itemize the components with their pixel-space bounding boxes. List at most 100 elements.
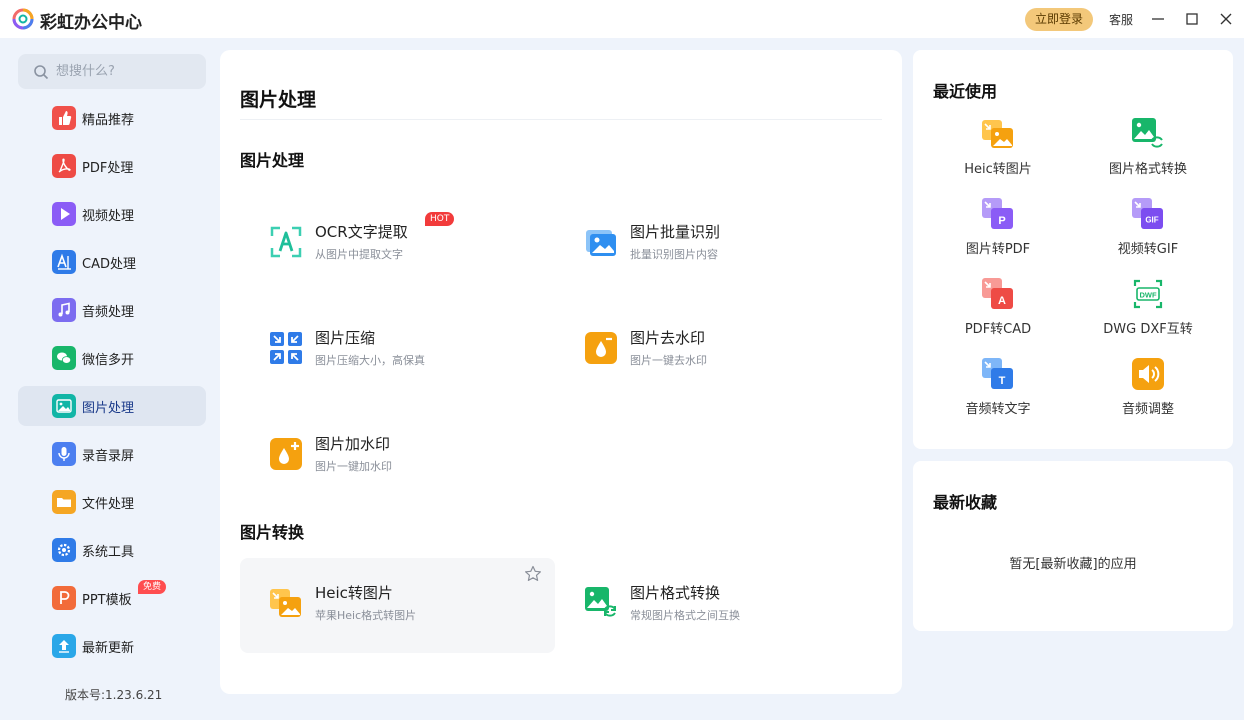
tool-ocr[interactable]: OCR文字提取 HOT 从图片中提取文字 <box>240 197 555 292</box>
recent-item-video-to-gif[interactable]: GIF 视频转GIF <box>1078 198 1218 278</box>
search-icon <box>34 65 49 80</box>
recent-label: 音频转文字 <box>965 402 1031 417</box>
image-batch-icon <box>585 226 617 258</box>
sidebar-item-label: PDF处理 <box>82 161 134 176</box>
recent-item-audio-to-text[interactable]: T 音频转文字 <box>928 358 1068 438</box>
sidebar-item[interactable]: PDF处理 <box>18 146 206 186</box>
recent-item-image-format-convert[interactable]: 图片格式转换 <box>1078 118 1218 198</box>
title-bar: 彩虹办公中心 立即登录 客服 <box>0 0 1244 38</box>
gear-icon <box>52 538 76 562</box>
tool-remove-watermark[interactable]: 图片去水印 图片一键去水印 <box>555 303 870 398</box>
tool-image-format-convert[interactable]: 图片格式转换 常规图片格式之间互换 <box>555 558 870 653</box>
remove-watermark-icon <box>585 332 617 364</box>
sidebar-item[interactable]: CAD处理 <box>18 242 206 282</box>
audio-adjust-icon <box>1132 358 1164 390</box>
sidebar-item[interactable]: 精品推荐 <box>18 98 206 138</box>
sidebar-item[interactable]: 视频处理 <box>18 194 206 234</box>
tool-desc: 苹果Heic格式转图片 <box>315 609 417 622</box>
star-icon[interactable] <box>524 565 542 583</box>
main-panel: 图片处理 图片处理 OCR文字提取 HOT 从图片中提取文字 图片批量识别 批量… <box>220 50 902 694</box>
tool-name: 图片格式转换 <box>630 584 721 602</box>
recent-label: Heic转图片 <box>964 162 1032 177</box>
recent-label: 音频调整 <box>1121 402 1174 417</box>
recent-item-pdf-to-cad[interactable]: A PDF转CAD <box>928 278 1068 358</box>
svg-text:DWF: DWF <box>1139 291 1156 300</box>
recent-label: 图片转PDF <box>965 242 1031 257</box>
search-box[interactable] <box>18 54 206 89</box>
sidebar-item[interactable]: 系统工具 <box>18 530 206 570</box>
recent-label: 图片格式转换 <box>1108 162 1187 177</box>
recent-item-dwg-dxf[interactable]: DWF DWG DXF互转 <box>1078 278 1218 358</box>
cad-icon <box>52 250 76 274</box>
tool-desc: 图片一键加水印 <box>315 460 392 473</box>
tool-name: 图片去水印 <box>630 329 706 347</box>
sidebar-item[interactable]: 文件处理 <box>18 482 206 522</box>
tool-name: Heic转图片 <box>315 584 393 602</box>
login-button[interactable]: 立即登录 <box>1025 8 1093 31</box>
recent-item-image-to-pdf[interactable]: P 图片转PDF <box>928 198 1068 278</box>
ocr-icon <box>270 226 302 258</box>
close-icon[interactable] <box>1216 9 1236 29</box>
tool-name: OCR文字提取 <box>315 223 408 241</box>
sidebar-item-label: 最新更新 <box>82 641 135 656</box>
section-title-image-convert: 图片转换 <box>240 523 305 542</box>
audio-to-text-icon: T <box>982 358 1014 390</box>
app-logo-icon <box>12 8 34 30</box>
tool-desc: 批量识别图片内容 <box>630 248 718 261</box>
tool-name: 图片批量识别 <box>630 223 721 241</box>
svg-text:A: A <box>998 295 1006 307</box>
sidebar-item-label: 音频处理 <box>82 305 135 320</box>
tool-name: 图片加水印 <box>315 435 391 453</box>
tool-image-batch-recognition[interactable]: 图片批量识别 批量识别图片内容 <box>555 197 870 292</box>
play-icon <box>52 202 76 226</box>
image-convert-icon <box>1132 118 1164 150</box>
recent-title: 最近使用 <box>933 82 998 101</box>
sidebar-item-label: CAD处理 <box>82 257 136 272</box>
sidebar-item[interactable]: PPT模板 免费 <box>18 578 206 618</box>
image-icon <box>52 394 76 418</box>
video-to-gif-icon: GIF <box>1132 198 1164 230</box>
free-badge: 免费 <box>138 580 167 594</box>
sidebar-item[interactable]: 音频处理 <box>18 290 206 330</box>
compress-icon <box>270 332 302 364</box>
recent-panel: 最近使用 Heic转图片 图片格式转换 P 图片转PDF GIF 视频转GIF … <box>913 50 1233 449</box>
tool-add-watermark[interactable]: 图片加水印 图片一键加水印 <box>240 409 555 504</box>
recent-label: 视频转GIF <box>1117 242 1179 257</box>
favorites-empty-text: 暂无[最新收藏]的应用 <box>1009 557 1137 572</box>
app-title: 彩虹办公中心 <box>40 13 142 33</box>
minimize-icon[interactable] <box>1148 9 1168 29</box>
recent-label: PDF转CAD <box>964 322 1032 337</box>
recent-item-audio-adjust[interactable]: 音频调整 <box>1078 358 1218 438</box>
version-label: 版本号:1.23.6.21 <box>65 688 163 702</box>
dwg-dxf-icon: DWF <box>1132 278 1164 310</box>
recent-item-heic-to-image[interactable]: Heic转图片 <box>928 118 1068 198</box>
divider <box>240 119 882 120</box>
sidebar-item-label: 系统工具 <box>82 545 135 560</box>
sidebar-item[interactable]: 微信多开 <box>18 338 206 378</box>
pdf-to-cad-icon: A <box>982 278 1014 310</box>
thumbs-up-icon <box>52 106 76 130</box>
favorites-panel: 最新收藏 暂无[最新收藏]的应用 <box>913 461 1233 631</box>
folder-icon <box>52 490 76 514</box>
sidebar-item[interactable]: 录音录屏 <box>18 434 206 474</box>
tool-image-compress[interactable]: 图片压缩 图片压缩大小，高保真 <box>240 303 555 398</box>
tool-desc: 常规图片格式之间互换 <box>630 609 740 622</box>
sidebar: 精品推荐 PDF处理视频处理 CAD处理音频处理微信多开图片处理录音录屏文件处理系统… <box>0 38 220 720</box>
tool-desc: 从图片中提取文字 <box>315 248 403 261</box>
sidebar-item-label: 精品推荐 <box>82 113 135 128</box>
sidebar-item[interactable]: 最新更新 <box>18 626 206 666</box>
sidebar-item[interactable]: 图片处理 <box>18 386 206 426</box>
wechat-icon <box>52 346 76 370</box>
image-convert-icon <box>585 587 617 619</box>
svg-text:P: P <box>998 215 1005 227</box>
search-input[interactable] <box>56 54 196 89</box>
tool-heic-to-image[interactable]: Heic转图片 苹果Heic格式转图片 <box>240 558 555 653</box>
sidebar-item-label: 录音录屏 <box>82 449 135 464</box>
pdf-icon <box>52 154 76 178</box>
customer-service-link[interactable]: 客服 <box>1109 11 1133 28</box>
maximize-icon[interactable] <box>1182 9 1202 29</box>
image-to-pdf-icon: P <box>982 198 1014 230</box>
upload-icon <box>52 634 76 658</box>
recent-label: DWG DXF互转 <box>1103 322 1193 337</box>
tool-desc: 图片压缩大小，高保真 <box>315 354 425 367</box>
